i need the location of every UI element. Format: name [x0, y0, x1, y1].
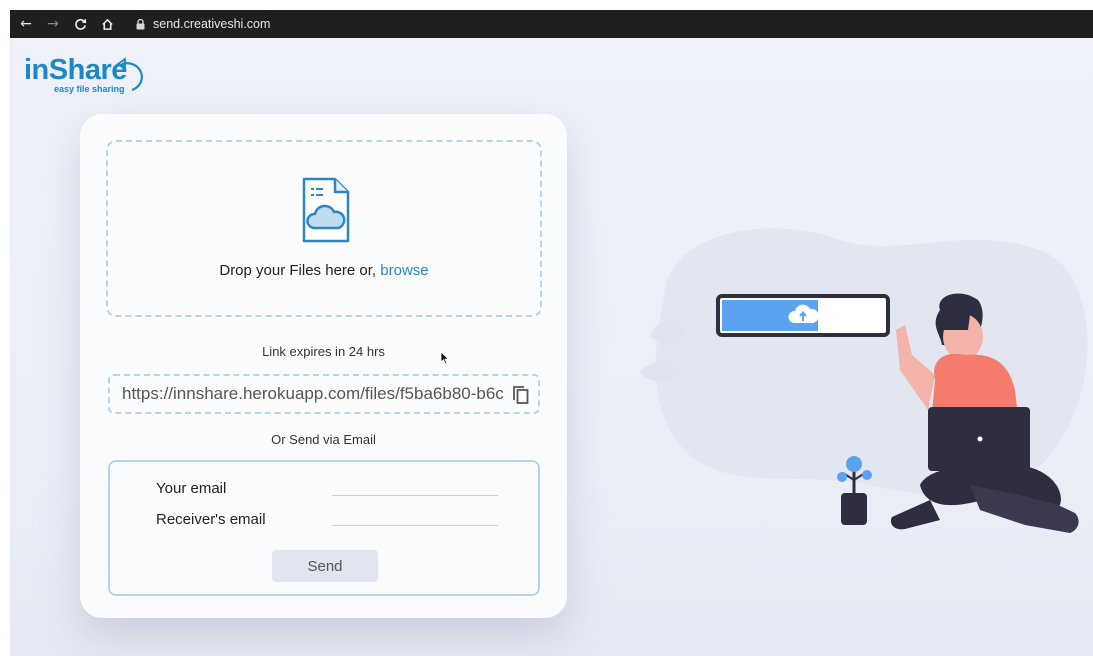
receiver-email-label: Receiver's email: [156, 511, 266, 528]
lock-icon: [136, 18, 145, 30]
sender-email-input[interactable]: [332, 476, 498, 496]
mouse-cursor-icon: [440, 351, 450, 365]
share-link-input[interactable]: [122, 376, 514, 412]
copy-icon[interactable]: [512, 385, 530, 405]
arrow-right-icon[interactable]: →: [42, 13, 64, 35]
logo-tagline: easy file sharing: [54, 84, 125, 94]
url-text: send.creativeshi.com: [153, 17, 271, 31]
link-expiry-text: Link expires in 24 hrs: [262, 344, 385, 359]
browser-toolbar: ← → send.creativeshi.com: [10, 10, 1093, 38]
home-icon[interactable]: [96, 13, 118, 35]
receiver-email-input[interactable]: [332, 506, 498, 526]
email-form: Your email Receiver's email Send: [108, 460, 540, 596]
arrow-left-icon[interactable]: ←: [15, 13, 37, 35]
drop-instruction: Drop your Files here or, browse: [108, 262, 540, 279]
reload-icon[interactable]: [69, 13, 91, 35]
upload-card: Drop your Files here or, browse Link exp…: [80, 114, 567, 618]
address-bar[interactable]: send.creativeshi.com: [126, 13, 281, 35]
sender-email-label: Your email: [156, 480, 227, 497]
drop-text: Drop your Files here or,: [219, 262, 377, 279]
share-link-box: [108, 374, 540, 414]
upload-illustration: [640, 228, 1088, 533]
send-button[interactable]: Send: [272, 550, 378, 582]
browser-window: ← → send.creativeshi.com inShare easy fi…: [10, 10, 1093, 656]
email-section-heading: Or Send via Email: [271, 432, 376, 447]
drop-zone[interactable]: Drop your Files here or, browse: [106, 140, 542, 317]
browse-link[interactable]: browse: [380, 262, 428, 279]
file-cloud-icon: [302, 177, 350, 243]
logo: inShare easy file sharing: [24, 54, 154, 94]
